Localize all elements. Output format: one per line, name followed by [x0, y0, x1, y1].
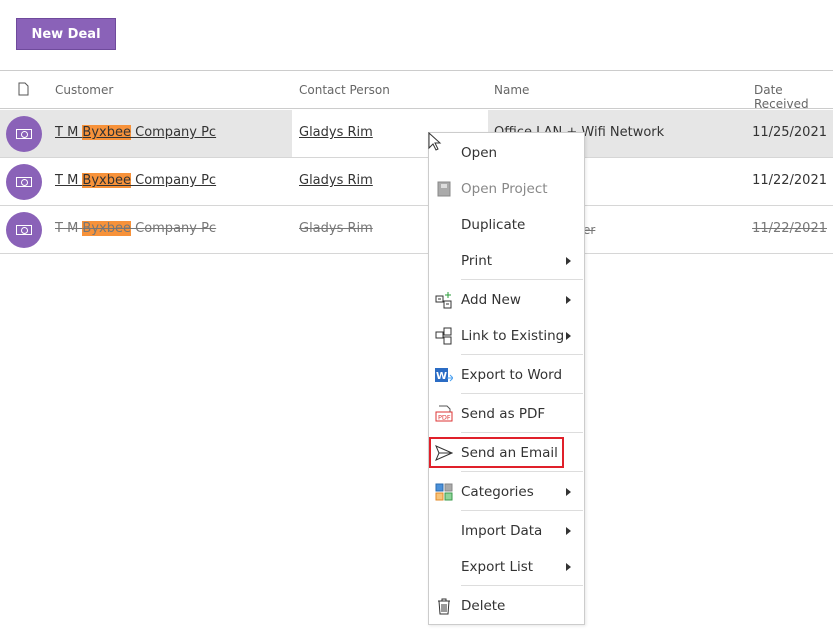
submenu-arrow-icon [566, 527, 571, 535]
contact-link[interactable]: Gladys Rim [299, 221, 373, 236]
svg-text:PDF: PDF [438, 414, 451, 422]
menu-item-label: Export List [461, 559, 534, 575]
column-name[interactable]: Name [494, 83, 529, 97]
send-an-email-icon [435, 444, 453, 462]
menu-item-label: Delete [461, 598, 506, 614]
date-received: 11/22/2021 [752, 173, 827, 188]
customer-text[interactable]: Company Pc [131, 221, 216, 236]
menu-separator [461, 279, 583, 280]
money-icon [16, 177, 32, 187]
menu-item-label: Send an Email [461, 445, 558, 461]
deal-avatar [6, 116, 42, 152]
send-as-pdf-icon: PDF [435, 405, 453, 423]
menu-item-link-to-existing[interactable]: Link to Existing [429, 318, 584, 354]
menu-separator [461, 432, 583, 433]
menu-item-send-as-pdf[interactable]: PDF Send as PDF [429, 396, 584, 432]
menu-separator [461, 393, 583, 394]
menu-separator [461, 585, 583, 586]
document-icon [18, 82, 29, 99]
table-row[interactable]: T M Byxbee Company Pc Gladys Rim 11/22/2… [0, 158, 833, 206]
menu-item-label: Import Data [461, 523, 543, 539]
customer-text[interactable]: Company Pc [131, 125, 216, 140]
date-received: 11/25/2021 [752, 125, 827, 140]
deal-avatar [6, 212, 42, 248]
menu-item-label: Send as PDF [461, 406, 546, 422]
menu-item-label: Duplicate [461, 217, 526, 233]
customer-link[interactable]: T M Byxbee Company Pc [55, 221, 216, 236]
menu-separator [461, 354, 583, 355]
export-to-word-icon: W [435, 366, 453, 384]
menu-item-print[interactable]: Print [429, 243, 584, 279]
add-new-icon [435, 291, 453, 309]
submenu-arrow-icon [566, 332, 571, 340]
customer-link[interactable]: T M Byxbee Company Pc [55, 173, 216, 188]
search-highlight[interactable]: Byxbee [82, 125, 131, 140]
column-contact-person[interactable]: Contact Person [299, 83, 390, 97]
money-icon [16, 129, 32, 139]
menu-item-open-project: Open Project [429, 171, 584, 207]
menu-item-send-an-email[interactable]: Send an Email [429, 435, 584, 471]
deal-avatar [6, 164, 42, 200]
column-customer[interactable]: Customer [55, 83, 113, 97]
column-date-received[interactable]: Date Received [754, 83, 833, 111]
search-highlight[interactable]: Byxbee [82, 173, 131, 188]
customer-text[interactable]: T M [55, 125, 82, 140]
menu-item-label: Categories [461, 484, 534, 500]
menu-item-categories[interactable]: Categories [429, 474, 584, 510]
table-row[interactable]: T M Byxbee Company Pc Gladys Rim Office … [0, 110, 833, 158]
search-highlight[interactable]: Byxbee [82, 221, 131, 236]
menu-item-label: Add New [461, 292, 521, 308]
submenu-arrow-icon [566, 488, 571, 496]
customer-text[interactable]: Company Pc [131, 173, 216, 188]
menu-item-export-list[interactable]: Export List [429, 549, 584, 585]
menu-item-add-new[interactable]: Add New [429, 282, 584, 318]
new-deal-button[interactable]: New Deal [16, 18, 116, 50]
contact-link[interactable]: Gladys Rim [299, 125, 373, 140]
submenu-arrow-icon [566, 296, 571, 304]
menu-item-label: Export to Word [461, 367, 563, 383]
delete-icon [435, 597, 453, 615]
menu-separator [461, 471, 583, 472]
link-to-existing-icon [435, 327, 453, 345]
customer-text[interactable]: T M [55, 221, 82, 236]
menu-item-label: Link to Existing [461, 328, 565, 344]
table-row[interactable]: T M Byxbee Company Pc Gladys Rim er 11/2… [0, 206, 833, 254]
money-icon [16, 225, 32, 235]
svg-text:W: W [436, 371, 447, 382]
categories-icon [435, 483, 453, 501]
menu-item-label: Open [461, 145, 498, 161]
customer-text[interactable]: T M [55, 173, 82, 188]
menu-separator [461, 510, 583, 511]
menu-item-delete[interactable]: Delete [429, 588, 584, 624]
menu-item-export-to-word[interactable]: W Export to Word [429, 357, 584, 393]
context-menu: Open Open Project Duplicate Print Add New Lin… [428, 132, 585, 625]
menu-item-import-data[interactable]: Import Data [429, 513, 584, 549]
open-project-icon [435, 180, 453, 198]
mouse-cursor-icon [428, 131, 442, 156]
table-header: Customer Contact Person Name Date Receiv… [0, 70, 833, 111]
date-received: 11/22/2021 [752, 221, 827, 236]
menu-item-label: Print [461, 253, 493, 269]
submenu-arrow-icon [566, 257, 571, 265]
submenu-arrow-icon [566, 563, 571, 571]
customer-link[interactable]: T M Byxbee Company Pc [55, 125, 216, 140]
menu-item-duplicate[interactable]: Duplicate [429, 207, 584, 243]
contact-link[interactable]: Gladys Rim [299, 173, 373, 188]
menu-item-open[interactable]: Open [429, 135, 584, 171]
menu-item-label: Open Project [461, 181, 548, 197]
